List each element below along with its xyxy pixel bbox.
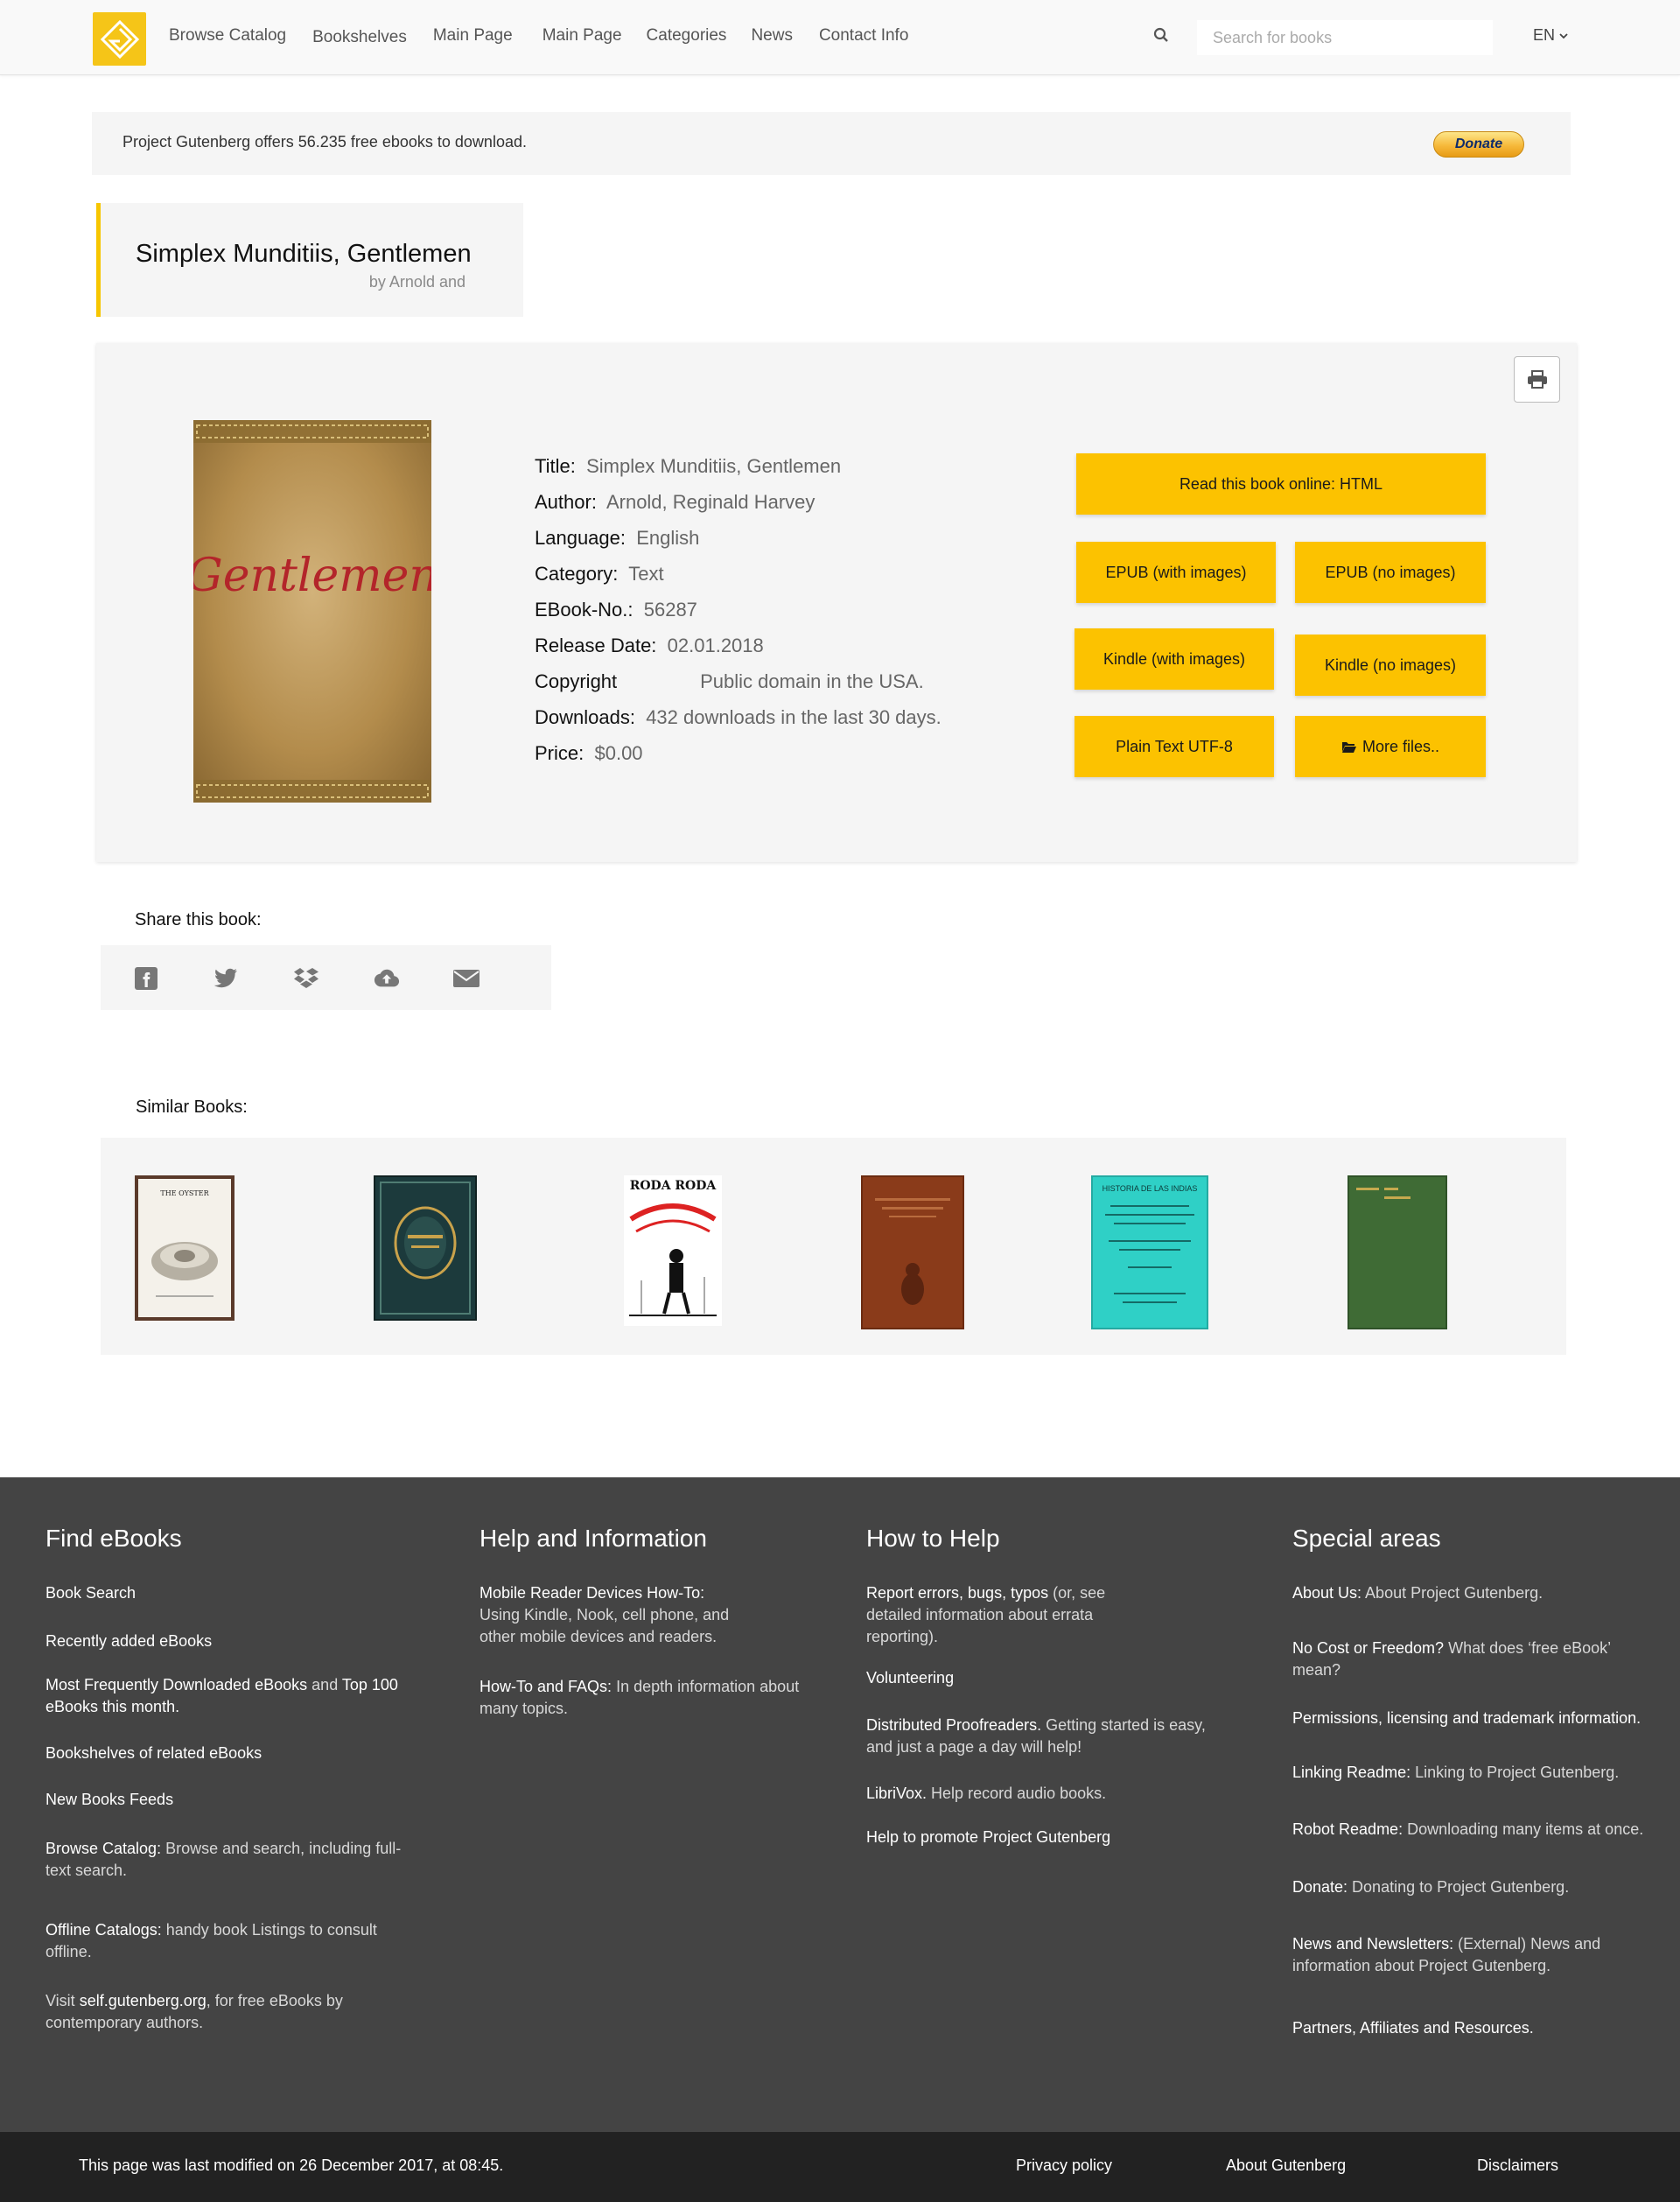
disclaimers-link[interactable]: Disclaimers	[1477, 2156, 1558, 2175]
footer-news-newsletters[interactable]: News and Newsletters: (External) News an…	[1292, 1933, 1642, 1977]
about-gutenberg-link[interactable]: About Gutenberg	[1226, 2156, 1346, 2175]
site-footer: Find eBooks Book Search Recently added e…	[0, 1477, 1680, 2132]
nav-news[interactable]: News	[751, 26, 793, 46]
search-input[interactable]	[1197, 20, 1493, 55]
share-heading: Share this book:	[135, 910, 262, 929]
footer-book-search[interactable]: Book Search	[46, 1582, 413, 1604]
similar-book-6[interactable]	[1348, 1175, 1447, 1329]
similar-books-strip: THE OYSTER RODA RODA HISTORIA DE LAS IND…	[101, 1138, 1566, 1355]
footer-offline-catalogs[interactable]: Offline Catalogs: handy book Listings to…	[46, 1919, 413, 1963]
cloud-upload-icon[interactable]	[374, 965, 400, 992]
footer-report-errors[interactable]: Report errors, bugs, typos (or, see deta…	[866, 1582, 1138, 1648]
footer-partners[interactable]: Partners, Affiliates and Resources.	[1292, 2017, 1660, 2039]
footer-most-downloaded[interactable]: Most Frequently Downloaded eBooks and To…	[46, 1674, 413, 1718]
nav-contact-info[interactable]: Contact Info	[819, 26, 908, 46]
footer-bottom-bar: This page was last modified on 26 Decemb…	[0, 2132, 1680, 2202]
nav-categories[interactable]: Categories	[647, 26, 727, 46]
nav-main-page-2[interactable]: Main Page	[542, 26, 622, 46]
similar-book-2[interactable]	[374, 1175, 477, 1321]
similar-book-3[interactable]: RODA RODA	[624, 1175, 722, 1326]
cover-title-text: Gentlemen	[193, 550, 431, 602]
print-button[interactable]	[1514, 356, 1560, 403]
nav-browse-catalog[interactable]: Browse Catalog	[169, 26, 286, 46]
meta-copyright: Copyright Public domain in the USA.	[535, 670, 924, 692]
similar-book-1[interactable]: THE OYSTER	[135, 1175, 234, 1321]
schwabylon-illustration	[629, 1203, 717, 1316]
info-banner: Project Gutenberg offers 56.235 free ebo…	[92, 112, 1571, 175]
book-byline[interactable]: by Arnold and	[369, 273, 466, 291]
book-title-card: Simplex Munditiis, Gentlemen by Arnold a…	[96, 203, 523, 317]
epub-no-images-button[interactable]: EPUB (no images)	[1295, 542, 1486, 603]
footer-new-books-feeds[interactable]: New Books Feeds	[46, 1789, 413, 1811]
last-modified-text: This page was last modified on 26 Decemb…	[79, 2156, 504, 2174]
footer-how-to-help-title: How to Help	[866, 1525, 1000, 1552]
meta-release-date: Release Date: 02.01.2018	[535, 635, 764, 656]
historia-text-lines	[1105, 1205, 1194, 1303]
share-bar	[101, 945, 551, 1010]
gutenberg-logo[interactable]	[93, 12, 146, 66]
footer-donate[interactable]: Donate: Donating to Project Gutenberg.	[1292, 1876, 1660, 1898]
language-selector[interactable]: EN	[1533, 26, 1569, 45]
book-title: Simplex Munditiis, Gentlemen	[136, 240, 472, 268]
footer-recently-added[interactable]: Recently added eBooks	[46, 1630, 413, 1652]
meta-title: Title: Simplex Munditiis, Gentlemen	[535, 455, 842, 477]
nav-main-page[interactable]: Main Page	[433, 26, 513, 46]
green-cover-art	[1356, 1188, 1410, 1199]
footer-mobile-howto[interactable]: Mobile Reader Devices How-To: Using Kindl…	[480, 1582, 768, 1648]
book-cover: Gentlemen	[193, 420, 431, 803]
book-detail-panel: Gentlemen Title: Simplex Munditiis, Gent…	[96, 343, 1577, 862]
similar-book-4[interactable]	[861, 1175, 964, 1329]
footer-browse-catalog[interactable]: Browse Catalog: Browse and search, inclu…	[46, 1838, 413, 1882]
footer-self-gutenberg[interactable]: Visit self.gutenberg.org, for free eBook…	[46, 1990, 396, 2034]
similar-book-5[interactable]: HISTORIA DE LAS INDIAS	[1091, 1175, 1208, 1329]
main-nav: Browse Catalog Bookshelves Main Page Mai…	[169, 26, 908, 46]
chevron-down-icon	[1559, 32, 1568, 39]
footer-volunteering[interactable]: Volunteering	[866, 1667, 1216, 1689]
footer-special-areas-title: Special areas	[1292, 1525, 1441, 1552]
meta-downloads: Downloads: 432 downloads in the last 30 …	[535, 706, 942, 728]
epub-with-images-button[interactable]: EPUB (with images)	[1076, 542, 1276, 603]
footer-permissions[interactable]: Permissions, licensing and trademark inf…	[1292, 1708, 1669, 1729]
meta-language: Language: English	[535, 527, 700, 549]
footer-linking-readme[interactable]: Linking Readme: Linking to Project Guten…	[1292, 1762, 1660, 1784]
print-icon	[1527, 369, 1547, 389]
top-navbar: Browse Catalog Bookshelves Main Page Mai…	[0, 0, 1680, 75]
more-files-button[interactable]: More files..	[1295, 716, 1486, 777]
dropbox-icon[interactable]	[293, 965, 319, 992]
footer-howto-faqs[interactable]: How-To and FAQs: In depth information ab…	[480, 1676, 830, 1720]
meta-author: Author: Arnold, Reginald Harvey	[535, 491, 816, 513]
privacy-policy-link[interactable]: Privacy policy	[1016, 2156, 1112, 2175]
kindle-no-images-button[interactable]: Kindle (no images)	[1295, 635, 1486, 696]
facebook-icon[interactable]	[133, 965, 159, 992]
nav-bookshelves[interactable]: Bookshelves	[312, 28, 407, 47]
cat-cover-art	[875, 1198, 950, 1305]
more-files-label: More files..	[1362, 737, 1440, 755]
footer-robot-readme[interactable]: Robot Readme: Downloading many items at …	[1292, 1819, 1660, 1841]
ebook-count-text: Project Gutenberg offers 56.235 free ebo…	[122, 133, 527, 151]
donate-button[interactable]: Donate	[1433, 131, 1524, 158]
folder-open-icon	[1341, 741, 1356, 753]
footer-about-us[interactable]: About Us: About Project Gutenberg.	[1292, 1582, 1660, 1604]
footer-promote[interactable]: Help to promote Project Gutenberg	[866, 1827, 1225, 1848]
meta-ebook-no: EBook-No.: 56287	[535, 599, 697, 621]
footer-help-info-title: Help and Information	[480, 1525, 707, 1552]
footer-find-ebooks-title: Find eBooks	[46, 1525, 182, 1552]
footer-no-cost[interactable]: No Cost or Freedom? What does ‘free eBoo…	[1292, 1637, 1642, 1681]
twitter-icon[interactable]	[213, 965, 239, 992]
footer-distributed-proofreaders[interactable]: Distributed Proofreaders. Getting starte…	[866, 1715, 1225, 1758]
similar-books-heading: Similar Books:	[136, 1097, 248, 1117]
envelope-icon[interactable]	[453, 965, 480, 992]
read-online-html-button[interactable]: Read this book online: HTML	[1076, 453, 1486, 515]
search-icon[interactable]	[1153, 27, 1172, 46]
oyster-illustration	[151, 1242, 218, 1297]
meta-price: Price: $0.00	[535, 742, 643, 764]
plain-text-button[interactable]: Plain Text UTF-8	[1074, 716, 1274, 777]
language-label: EN	[1533, 26, 1556, 44]
logo-icon	[100, 19, 139, 59]
footer-librivox[interactable]: LibriVox. Help record audio books.	[866, 1783, 1225, 1805]
footer-bookshelves[interactable]: Bookshelves of related eBooks	[46, 1743, 413, 1764]
meta-category: Category: Text	[535, 563, 664, 585]
ornate-cover-art	[380, 1182, 471, 1315]
kindle-with-images-button[interactable]: Kindle (with images)	[1074, 628, 1274, 690]
